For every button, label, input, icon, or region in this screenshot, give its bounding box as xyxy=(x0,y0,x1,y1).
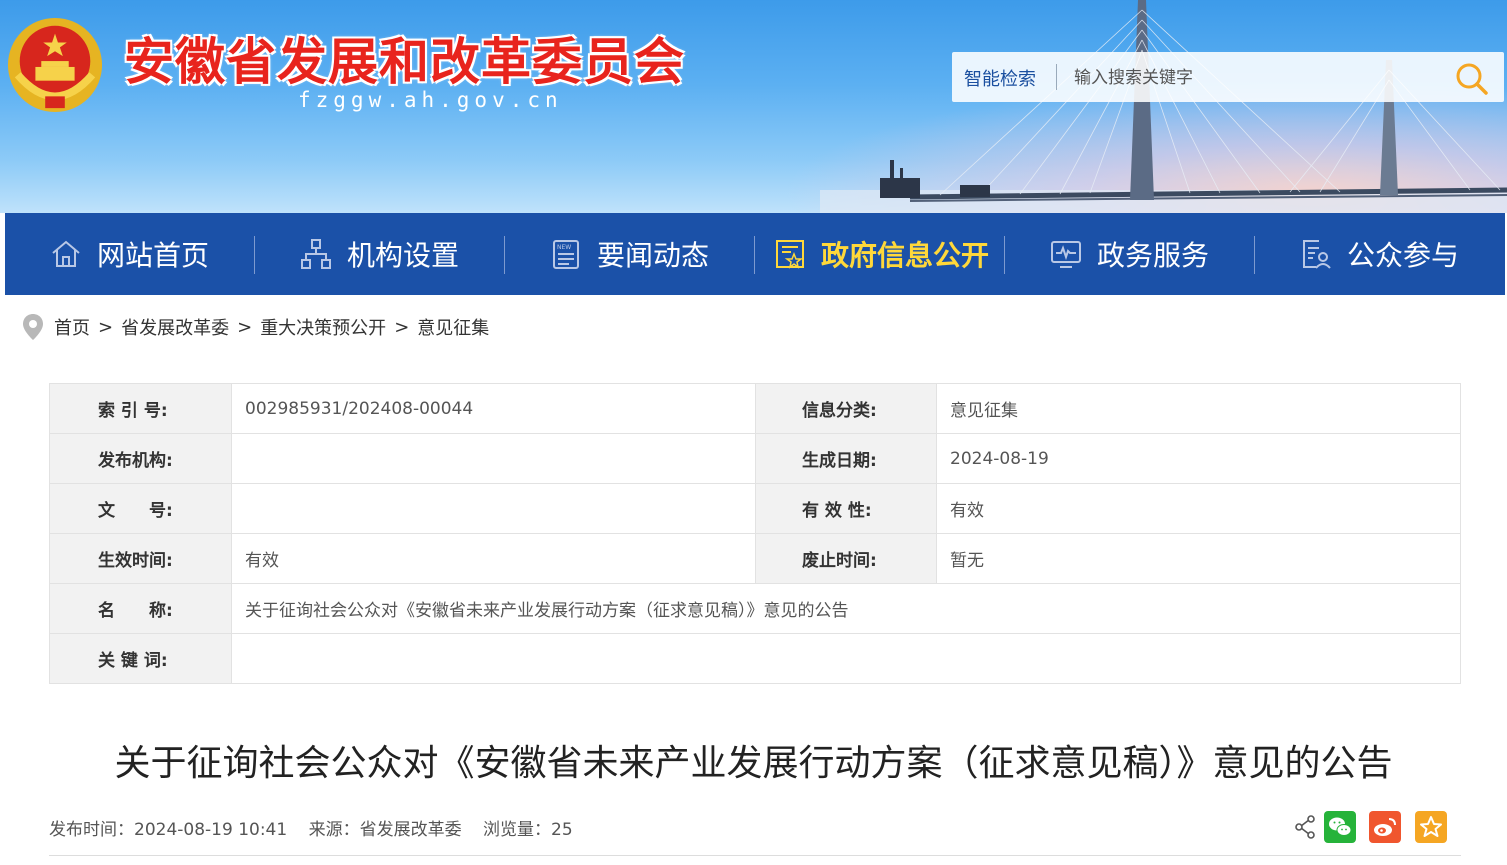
org-chart-icon xyxy=(301,239,331,269)
nav-item-participation[interactable]: 公众参与 xyxy=(1299,213,1459,295)
doc-no-value xyxy=(231,483,756,534)
wechat-icon[interactable] xyxy=(1324,811,1356,843)
table-row: 索 引 号: 002985931/202408-00044 信息分类: 意见征集 xyxy=(49,383,1461,434)
keywords-value xyxy=(231,633,1461,684)
keywords-label: 关 键 词: xyxy=(49,633,232,684)
index-no-value: 002985931/202408-00044 xyxy=(231,383,756,434)
category-label: 信息分类: xyxy=(755,383,937,434)
document-info-table: 索 引 号: 002985931/202408-00044 信息分类: 意见征集… xyxy=(49,383,1461,684)
share-icon[interactable] xyxy=(1293,811,1317,843)
view-count: 浏览量：25 xyxy=(483,820,573,840)
name-label: 名 称: xyxy=(49,583,232,634)
weibo-icon[interactable] xyxy=(1369,811,1401,843)
name-value: 关于征询社会公众对《安徽省未来产业发展行动方案（征求意见稿）》意见的公告 xyxy=(231,583,1461,634)
favorite-icon[interactable] xyxy=(1415,811,1447,843)
nav-separator xyxy=(504,236,505,274)
site-header: 安徽省发展和改革委员会 fzggw.ah.gov.cn 智能检索 xyxy=(0,0,1507,213)
nav-separator xyxy=(254,236,255,274)
gen-date-value: 2024-08-19 xyxy=(936,433,1461,484)
table-row: 名 称: 关于征询社会公众对《安徽省未来产业发展行动方案（征求意见稿）》意见的公… xyxy=(49,583,1461,634)
publisher-label: 发布机构: xyxy=(49,433,232,484)
search-icon[interactable] xyxy=(1452,60,1492,96)
news-icon: NEW xyxy=(553,240,579,269)
nav-item-organization[interactable]: 机构设置 xyxy=(299,213,459,295)
site-domain: fzggw.ah.gov.cn xyxy=(298,88,563,112)
nav-separator xyxy=(1254,236,1255,274)
nav-item-home[interactable]: 网站首页 xyxy=(49,213,209,295)
national-emblem-icon xyxy=(7,17,103,113)
expire-label: 废止时间: xyxy=(755,533,937,584)
table-row: 关 键 词: xyxy=(49,633,1461,684)
effective-value: 有效 xyxy=(231,533,756,584)
category-value: 意见征集 xyxy=(936,383,1461,434)
participation-icon xyxy=(1303,240,1331,269)
breadcrumb-home[interactable]: 首页 xyxy=(54,314,90,340)
home-icon xyxy=(52,240,80,267)
table-row: 文 号: 有 效 性: 有效 xyxy=(49,483,1461,534)
validity-label: 有 效 性: xyxy=(755,483,937,534)
monitor-icon xyxy=(1051,241,1081,268)
search-divider xyxy=(1056,64,1057,90)
info-disclosure-icon xyxy=(776,240,804,269)
index-no-label: 索 引 号: xyxy=(49,383,232,434)
article-source: 来源：省发展改革委 xyxy=(308,820,462,840)
doc-no-label: 文 号: xyxy=(49,483,232,534)
effective-label: 生效时间: xyxy=(49,533,232,584)
article-meta: 发布时间：2024-08-19 10:41 来源：省发展改革委 浏览量：25 xyxy=(49,815,589,840)
nav-separator xyxy=(754,236,755,274)
publish-time: 发布时间：2024-08-19 10:41 xyxy=(49,820,288,840)
nav-item-info-disclosure[interactable]: 政府信息公开 xyxy=(773,213,989,295)
validity-value: 有效 xyxy=(936,483,1461,534)
breadcrumb-commission[interactable]: 省发展改革委 xyxy=(121,314,229,340)
divider xyxy=(49,855,1461,856)
article-title: 关于征询社会公众对《安徽省未来产业发展行动方案（征求意见稿）》意见的公告 xyxy=(114,743,1393,784)
breadcrumb-consultation[interactable]: 意见征集 xyxy=(417,314,489,340)
nav-separator xyxy=(1004,236,1005,274)
main-nav: 网站首页 机构设置 NEW 要闻动态 政府信息公开 政务服务 公众参与 xyxy=(5,213,1505,295)
search-box: 智能检索 xyxy=(952,52,1504,102)
expire-value: 暂无 xyxy=(936,533,1461,584)
search-input[interactable] xyxy=(1072,60,1396,96)
gen-date-label: 生成日期: xyxy=(755,433,937,484)
table-row: 生效时间: 有效 废止时间: 暂无 xyxy=(49,533,1461,584)
svg-text:NEW: NEW xyxy=(557,244,571,251)
breadcrumb-major-decisions[interactable]: 重大决策预公开 xyxy=(260,314,386,340)
nav-item-news[interactable]: NEW 要闻动态 xyxy=(549,213,709,295)
bridge-illustration xyxy=(820,0,1507,213)
location-pin-icon xyxy=(23,314,43,340)
nav-item-services[interactable]: 政务服务 xyxy=(1049,213,1209,295)
breadcrumb: 首页 > 省发展改革委 > 重大决策预公开 > 意见征集 xyxy=(22,311,489,343)
publisher-value xyxy=(231,433,756,484)
table-row: 发布机构: 生成日期: 2024-08-19 xyxy=(49,433,1461,484)
site-title: 安徽省发展和改革委员会 xyxy=(124,33,685,91)
smart-search-label[interactable]: 智能检索 xyxy=(964,65,1036,91)
